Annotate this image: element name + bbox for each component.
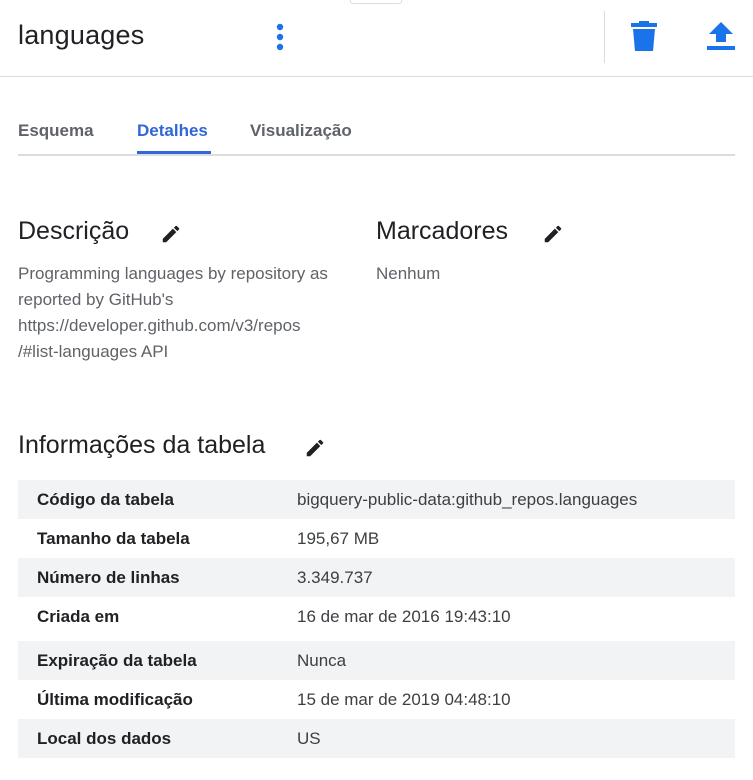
toolbar-divider bbox=[604, 11, 605, 63]
info-key: Local dos dados bbox=[37, 729, 172, 748]
more-vert-icon bbox=[276, 23, 284, 51]
tab-preview[interactable]: Visualização bbox=[250, 121, 352, 141]
table-info-row: Expiração da tabela Nunca bbox=[18, 641, 735, 680]
details-header: languages bbox=[0, 0, 753, 77]
info-key: Última modificação bbox=[37, 690, 193, 709]
table-info-row: Número de linhas 3.349.737 bbox=[18, 558, 735, 597]
delete-icon bbox=[631, 21, 657, 51]
info-key: Tamanho da tabela bbox=[37, 529, 190, 548]
table-info-row: Tamanho da tabela 195,67 MB bbox=[18, 519, 735, 558]
description-title: Descrição bbox=[18, 217, 130, 245]
tab-schema[interactable]: Esquema bbox=[18, 121, 94, 141]
drag-handle[interactable] bbox=[350, 0, 402, 4]
table-info-row: Local dos dados US bbox=[18, 719, 735, 758]
info-key: Código da tabela bbox=[37, 490, 174, 509]
tab-bar: Esquema Detalhes Visualização bbox=[18, 104, 735, 156]
edit-labels-button[interactable] bbox=[540, 221, 566, 247]
tab-details[interactable]: Detalhes bbox=[137, 121, 208, 141]
info-value: 16 de mar de 2016 19:43:10 bbox=[297, 607, 511, 626]
labels-value: Nenhum bbox=[376, 264, 441, 283]
info-value: 195,67 MB bbox=[297, 529, 380, 548]
edit-table-info-button[interactable] bbox=[302, 435, 328, 461]
delete-table-button[interactable] bbox=[626, 18, 662, 54]
table-title: languages bbox=[18, 20, 145, 50]
table-info-title: Informações da tabela bbox=[18, 431, 266, 459]
export-button[interactable] bbox=[703, 18, 739, 54]
table-info-row: Criada em 16 de mar de 2016 19:43:10 bbox=[18, 597, 735, 636]
pencil-icon bbox=[162, 225, 180, 243]
info-value: bigquery-public-data:github_repos.langua… bbox=[297, 490, 638, 509]
labels-title: Marcadores bbox=[376, 217, 508, 245]
description-line: Programming languages by repository as bbox=[18, 264, 328, 283]
info-key: Criada em bbox=[37, 607, 120, 626]
pencil-icon bbox=[544, 225, 562, 243]
active-tab-indicator bbox=[137, 151, 211, 154]
info-key: Expiração da tabela bbox=[37, 651, 197, 670]
upload-icon bbox=[707, 22, 735, 50]
pencil-icon bbox=[306, 439, 324, 457]
table-info-row: Última modificação 15 de mar de 2019 04:… bbox=[18, 680, 735, 719]
info-key: Número de linhas bbox=[37, 568, 180, 587]
description-line: https://developer.github.com/v3/repos bbox=[18, 316, 301, 335]
description-text: Programming languages by repository as r… bbox=[18, 261, 370, 365]
info-value: Nunca bbox=[297, 651, 347, 670]
table-info-row: Código da tabela bigquery-public-data:gi… bbox=[18, 480, 735, 519]
edit-description-button[interactable] bbox=[158, 221, 184, 247]
description-line: /#list-languages API bbox=[18, 342, 169, 361]
info-value: 3.349.737 bbox=[297, 568, 373, 587]
info-value: 15 de mar de 2019 04:48:10 bbox=[297, 690, 511, 709]
info-value: US bbox=[297, 729, 321, 748]
description-line: reported by GitHub's bbox=[18, 290, 174, 309]
more-options-button[interactable] bbox=[268, 20, 292, 54]
